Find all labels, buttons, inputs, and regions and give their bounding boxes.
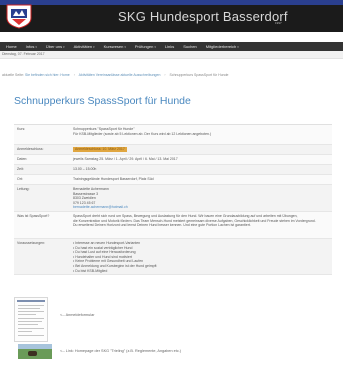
registration-form-link[interactable]: <-- Anmeldeformular xyxy=(60,313,95,317)
founded-year: 1997 xyxy=(275,21,282,25)
nav-item-infos[interactable]: Infos▾ xyxy=(26,44,37,49)
breadcrumb-current: Schnupperkurs SpassSport für Hunde xyxy=(169,73,229,77)
nav-item-aktivitaeten[interactable]: Aktivitäten▾ xyxy=(74,44,95,49)
row-label: Anmeldeschluss: xyxy=(17,147,44,151)
chevron-down-icon: ▾ xyxy=(63,45,65,49)
nav-item-home[interactable]: Home xyxy=(6,44,17,49)
row-value: Anmeldeschluss: 10. März 2017 xyxy=(73,147,330,152)
site-title[interactable]: SKG Hundesport Basserdorf xyxy=(118,9,288,24)
club-photo-thumbnail[interactable] xyxy=(18,344,52,359)
row-value: Bernadette Achermann Basserstrasse 3 830… xyxy=(73,187,128,210)
row-label: Zeit: xyxy=(17,167,24,171)
registration-form-thumbnail[interactable] xyxy=(14,297,48,342)
table-row-leitung: Leitung: Bernadette Achermann Basserstra… xyxy=(14,185,332,212)
table-row-voraussetzungen: Voraussetzungen: • Interesse an neuen Hu… xyxy=(14,239,332,275)
contact-email-link[interactable]: bernadette.achermann@hotmail.ch xyxy=(73,205,128,209)
list-item: • Du bist KSB-Mitglied xyxy=(73,268,108,273)
current-date: Dienstag, 07. Februar 2017 xyxy=(2,52,45,56)
chevron-down-icon: ▾ xyxy=(35,45,37,49)
nav-item-kurswesen[interactable]: Kurswesen▾ xyxy=(104,44,126,49)
dog-image xyxy=(28,351,37,356)
breadcrumb-separator: › xyxy=(73,73,75,77)
breadcrumb-prefix: aktuelle Seite: xyxy=(2,73,24,77)
row-label: Leitung: xyxy=(17,187,30,191)
breadcrumb-separator: › xyxy=(164,73,166,77)
header-accent-band xyxy=(0,0,343,5)
course-details-table: Kurs: Schnupperkurs "SpassSport für Hund… xyxy=(14,124,332,275)
row-value: jeweils Samstag 25. März / 1. April / 29… xyxy=(73,157,178,161)
table-row-spasssport: Was ist SpassSport? SpassSport dreht sic… xyxy=(14,212,332,239)
row-value: Trainingsgelände Hundesport Basserdorf, … xyxy=(73,177,154,181)
table-row-zeit: Zeit: 13.00 – 15.00h xyxy=(14,165,332,175)
row-label: Ort: xyxy=(17,177,23,181)
row-value: SpassSport dreht sich rund um Spass, Bew… xyxy=(73,214,316,228)
breadcrumb-aktivitaeten[interactable]: Aktivitäten Vereinsanlässe aktuelle Auss… xyxy=(79,73,161,77)
row-label: Kurs: xyxy=(17,127,26,131)
row-label: Daten: xyxy=(17,157,28,161)
nav-item-links[interactable]: Links xyxy=(165,44,174,49)
row-value: 13.00 – 15.00h xyxy=(73,167,97,171)
chevron-down-icon: ▾ xyxy=(124,45,126,49)
page-title: Schnupperkurs SpassSport für Hunde xyxy=(14,95,191,107)
club-logo-icon[interactable] xyxy=(4,4,34,29)
table-row-kurs: Kurs: Schnupperkurs "SpassSport für Hund… xyxy=(14,125,332,145)
nav-item-ueber-uns[interactable]: Über uns▾ xyxy=(46,44,65,49)
chevron-down-icon: ▾ xyxy=(237,45,239,49)
site-header: SKG Hundesport Basserdorf 1997 xyxy=(0,0,343,32)
requirements-list: • Interesse an neuen Hundesport-Variante… xyxy=(73,241,330,273)
row-label: Voraussetzungen: xyxy=(17,241,46,245)
homepage-link[interactable]: <-- Link: Homepage der SKG "Trieling" (z… xyxy=(60,349,181,353)
chevron-down-icon: ▾ xyxy=(154,45,156,49)
chevron-down-icon: ▾ xyxy=(93,45,95,49)
table-row-ort: Ort: Trainingsgelände Hundesport Basserd… xyxy=(14,175,332,185)
nav-item-pruefungen[interactable]: Prüfungen▾ xyxy=(135,44,156,49)
date-bar: Dienstag, 07. Februar 2017 xyxy=(0,51,343,59)
main-nav: Home Infos▾ Über uns▾ Aktivitäten▾ Kursw… xyxy=(0,42,343,51)
deadline-badge: Anmeldeschluss: 10. März 2017 xyxy=(73,147,127,152)
nav-item-mitgliederbereich[interactable]: Mitgliederbereich▾ xyxy=(206,44,239,49)
table-row-anmeldeschluss: Anmeldeschluss: Anmeldeschluss: 10. März… xyxy=(14,145,332,155)
row-label: Was ist SpassSport? xyxy=(17,214,50,218)
row-value: Schnupperkurs "SpassSport für Hunde" Für… xyxy=(73,127,212,136)
breadcrumb: aktuelle Seite: Sie befinden sich hier: … xyxy=(2,73,228,77)
nav-item-suchen[interactable]: Suchen xyxy=(183,44,197,49)
table-row-daten: Daten: jeweils Samstag 25. März / 1. Apr… xyxy=(14,155,332,165)
breadcrumb-home[interactable]: Sie befinden sich hier: Home xyxy=(25,73,70,77)
